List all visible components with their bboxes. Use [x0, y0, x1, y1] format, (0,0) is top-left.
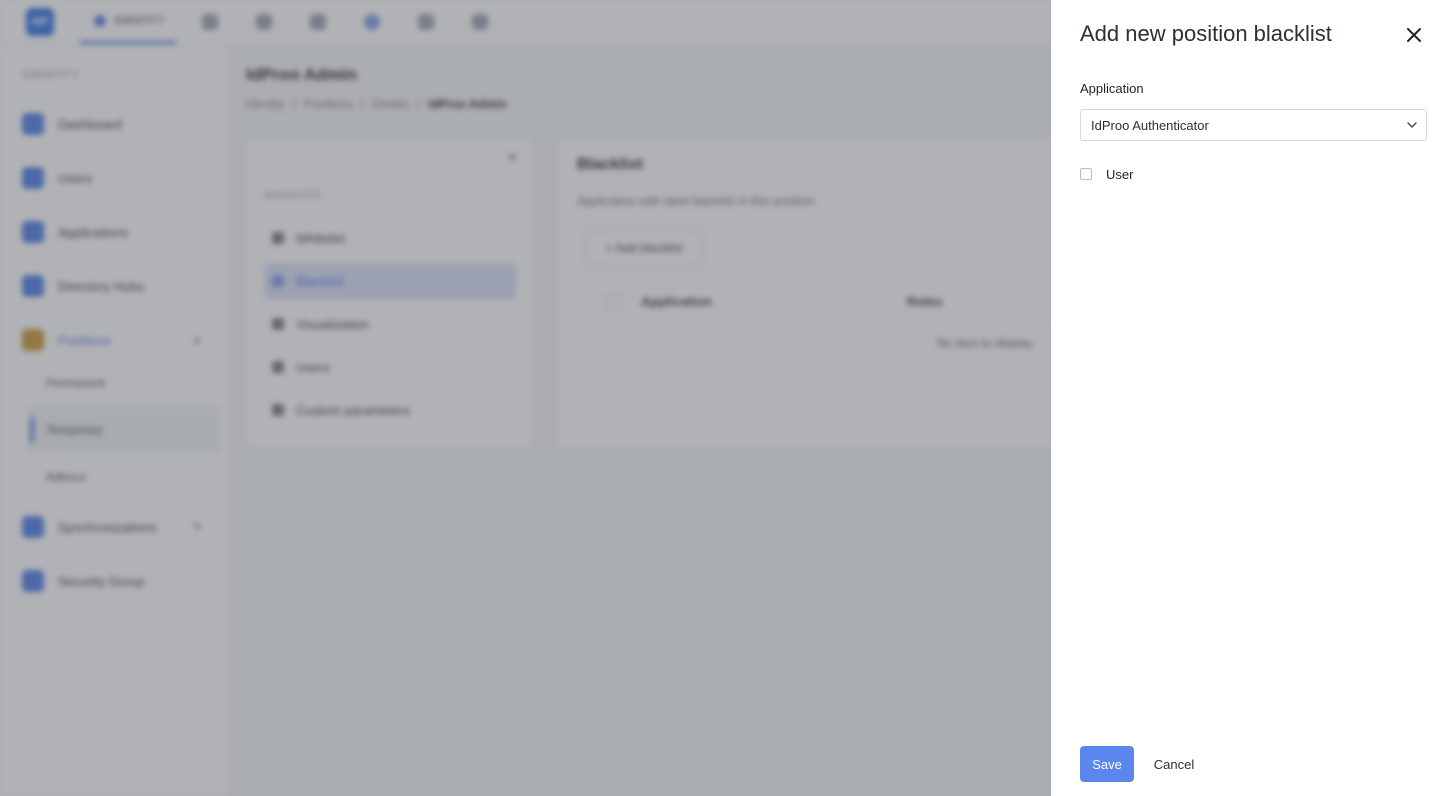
user-checkbox[interactable] — [1080, 168, 1092, 180]
user-checkbox-row: User — [1080, 164, 1133, 184]
cancel-button[interactable]: Cancel — [1146, 746, 1202, 782]
chevron-down-icon — [1407, 122, 1417, 128]
close-button[interactable] — [1402, 23, 1426, 47]
save-button[interactable]: Save — [1080, 746, 1134, 782]
drawer-title: Add new position blacklist — [1080, 21, 1332, 46]
modal-overlay[interactable] — [0, 0, 1051, 796]
application-select-value: IdProo Authenticator — [1091, 117, 1209, 133]
close-icon — [1407, 28, 1421, 42]
application-select[interactable]: IdProo Authenticator — [1080, 109, 1427, 141]
add-blacklist-drawer: Add new position blacklist Application I… — [1051, 0, 1453, 796]
user-checkbox-label: User — [1106, 166, 1134, 182]
application-label: Application — [1080, 81, 1144, 96]
